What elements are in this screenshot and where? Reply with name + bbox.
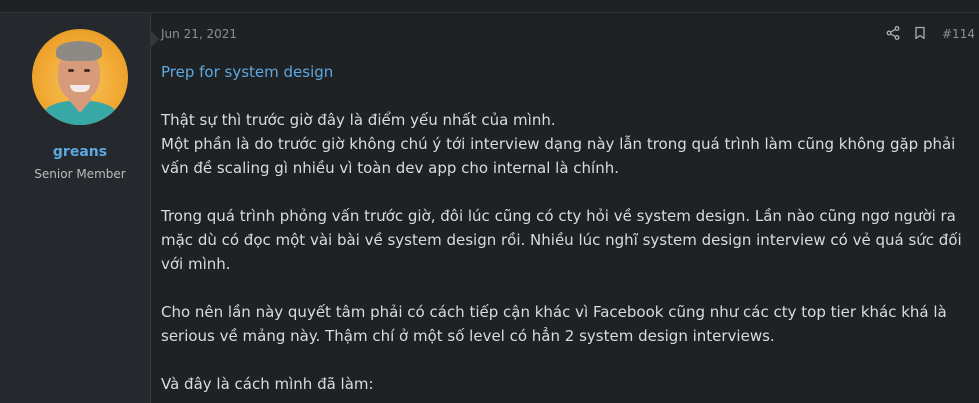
post-paragraph: Và đây là cách mình đã làm:: [161, 372, 967, 396]
post-paragraph: Thật sự thì trước giờ đây là điểm yếu nh…: [161, 108, 967, 180]
post-paragraph: Trong quá trình phỏng vấn trước giờ, đôi…: [161, 204, 967, 276]
share-icon[interactable]: [886, 26, 900, 40]
user-cell: greans Senior Member: [0, 13, 151, 403]
post-paragraph-text: Trong quá trình phỏng vấn trước giờ, đôi…: [161, 207, 962, 273]
username-link[interactable]: greans: [0, 144, 160, 160]
post-date[interactable]: Jun 21, 2021: [161, 27, 237, 41]
forum-post: greans Senior Member Jun 21, 2021 #114 P…: [0, 0, 979, 403]
user-title: Senior Member: [34, 167, 126, 181]
post-title: Prep for system design: [161, 63, 334, 81]
message-arrow: [151, 31, 159, 47]
post-paragraph: Cho nên lần này quyết tâm phải có cách t…: [161, 300, 967, 348]
bookmark-icon[interactable]: [913, 26, 927, 40]
post-paragraph-text: Cho nên lần này quyết tâm phải có cách t…: [161, 303, 947, 345]
post-number-link[interactable]: #114: [942, 27, 975, 41]
avatar[interactable]: [32, 29, 128, 125]
post-paragraph-text: Và đây là cách mình đã làm:: [161, 375, 374, 393]
post-body: Prep for system design Thật sự thì trước…: [161, 60, 967, 403]
post-paragraph-text: Thật sự thì trước giờ đây là điểm yếu nh…: [161, 111, 956, 177]
